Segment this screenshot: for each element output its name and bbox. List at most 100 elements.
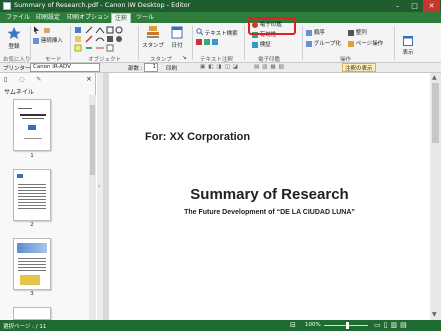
- page-operation-label: ページ操作: [355, 41, 384, 47]
- group-button[interactable]: グループ化: [306, 39, 341, 47]
- align-button[interactable]: 整列: [348, 28, 367, 36]
- quick-tools[interactable]: ▣◧◨◫◪: [200, 64, 241, 70]
- thumb-chart: [20, 275, 40, 285]
- document-page: For: XX Corporation Summary of Research …: [109, 73, 430, 320]
- sequential-insert-button[interactable]: 連続挿入: [33, 36, 63, 44]
- text-highlight-icon[interactable]: [196, 39, 202, 45]
- thumbnail-scrollbar[interactable]: [89, 95, 96, 320]
- arrow-icon: [85, 35, 93, 43]
- thumbnail-page-3[interactable]: [13, 238, 51, 290]
- collapse-panel-icon[interactable]: ‹: [98, 183, 100, 190]
- date-button[interactable]: 日付: [167, 25, 187, 49]
- thumb-text-lines: [18, 182, 46, 210]
- zoom-slider-handle[interactable]: [346, 322, 349, 329]
- thumb-for-line: [18, 108, 32, 109]
- group-label: グループ化: [313, 41, 341, 47]
- ellipse-icon: [115, 26, 123, 34]
- view-label: 表示: [402, 50, 414, 56]
- bookmark-tab-icon[interactable]: ✎: [36, 76, 41, 83]
- cursor-icon: [34, 26, 39, 34]
- date-label: 日付: [171, 43, 183, 49]
- tab-annotation[interactable]: 注釈: [111, 13, 132, 23]
- filled-ellipse-icon: [116, 36, 122, 42]
- divider: [302, 26, 303, 60]
- printer-select[interactable]: Canon iR-ADV: [30, 63, 100, 72]
- maximize-button[interactable]: □: [406, 0, 423, 12]
- show-annotations-label: 注釈の表示: [345, 66, 373, 72]
- scrollbar-thumb[interactable]: [432, 83, 439, 143]
- highlighter-icon: [74, 44, 82, 52]
- page-number-2: 2: [30, 222, 34, 228]
- order-icon: [306, 29, 312, 36]
- thumbnail-page-4[interactable]: [13, 307, 51, 320]
- stamp-label: スタンプ: [142, 43, 164, 49]
- text-strike-icon[interactable]: [211, 39, 218, 45]
- copies-label: 部数 :: [128, 66, 143, 72]
- filled-rect-icon: [107, 36, 113, 42]
- thumbnail-page-2[interactable]: [13, 169, 51, 221]
- object-tools-icons: [74, 26, 123, 52]
- view-mode-icons[interactable]: ▭▯▥▤: [374, 321, 410, 329]
- group-favorites-label: お気に入り: [3, 57, 31, 63]
- tab-file[interactable]: ファイル: [3, 13, 33, 23]
- view-button[interactable]: 表示: [398, 36, 418, 56]
- divider: [70, 26, 71, 60]
- verify-button[interactable]: 検証: [252, 40, 271, 48]
- panel-close-icon[interactable]: ×: [86, 75, 92, 83]
- thumbnail-page-1[interactable]: [13, 99, 51, 151]
- sequential-insert-label: 連続挿入: [40, 38, 63, 44]
- thumb-logo: [28, 125, 36, 130]
- tab-print-options[interactable]: 印刷オプション: [64, 13, 112, 23]
- verify-icon: [252, 41, 258, 48]
- group-icon: [306, 40, 312, 47]
- page-operation-button[interactable]: ページ操作: [348, 39, 383, 47]
- panel-tabs: ▯ ◌ ✎: [4, 76, 84, 83]
- thumb-footer-line: [24, 138, 42, 139]
- document-subtitle: The Future Development of “DE LA CIUDAD …: [184, 209, 355, 216]
- thumb-logo: [17, 174, 23, 178]
- group-operation-label: 操作: [340, 57, 352, 63]
- tab-tools[interactable]: ツール: [133, 13, 157, 23]
- line-icon: [85, 26, 93, 34]
- comment-tab-icon[interactable]: ◌: [19, 76, 24, 83]
- rectangle-icon: [106, 26, 114, 34]
- zoom-out-icon[interactable]: ⊟: [290, 321, 296, 329]
- show-annotations-button[interactable]: 注釈の表示: [342, 63, 376, 72]
- text-search-button[interactable]: テキスト検索: [196, 28, 238, 37]
- search-icon: [196, 28, 204, 36]
- thumb-subtitle-line: [22, 118, 44, 119]
- order-button[interactable]: 順序: [306, 28, 325, 36]
- star-icon: [7, 27, 21, 39]
- print-toolbar: プリンター : Canon iR-ADV 部数 : 1 印刷 ▣◧◨◫◪ ▤▥▦…: [0, 63, 441, 73]
- register-favorite-button[interactable]: 登録: [3, 26, 25, 50]
- page-operation-icon: [348, 40, 354, 47]
- text-underline-icon[interactable]: [203, 39, 210, 45]
- divider: [192, 26, 193, 60]
- stamp-dialog-launcher[interactable]: ↘: [182, 55, 187, 61]
- page-info: 選択ページ : / 11: [3, 324, 47, 330]
- scrollbar-thumb[interactable]: [90, 105, 95, 175]
- scroll-down-icon[interactable]: ▼: [432, 311, 437, 318]
- align-label: 整列: [355, 30, 367, 36]
- stamp-button[interactable]: スタンプ: [142, 25, 164, 49]
- annotation-quick-tools[interactable]: ▤▥▦▧: [254, 64, 287, 70]
- tab-print-settings[interactable]: 印刷設定: [33, 13, 63, 23]
- close-button[interactable]: ✕: [423, 0, 440, 12]
- view-icon: [403, 36, 413, 46]
- text-search-label: テキスト検索: [204, 31, 238, 37]
- text-box-icon: [75, 27, 81, 33]
- minimize-button[interactable]: –: [389, 0, 406, 12]
- note-icon: [75, 36, 81, 42]
- polyline-icon: [95, 27, 105, 34]
- pages-tab-icon[interactable]: ▯: [4, 76, 7, 83]
- zoom-level: 100%: [305, 322, 321, 328]
- copies-field[interactable]: 1: [144, 63, 158, 72]
- verify-label: 検証: [259, 42, 271, 48]
- document-scrollbar[interactable]: ▲ ▼: [430, 73, 441, 320]
- text-annotation-tools: [196, 39, 218, 46]
- divider: [138, 26, 139, 60]
- print-button[interactable]: 印刷: [166, 64, 177, 72]
- scroll-up-icon[interactable]: ▲: [432, 74, 437, 81]
- cursor-tool[interactable]: [33, 26, 51, 36]
- order-label: 順序: [313, 30, 325, 36]
